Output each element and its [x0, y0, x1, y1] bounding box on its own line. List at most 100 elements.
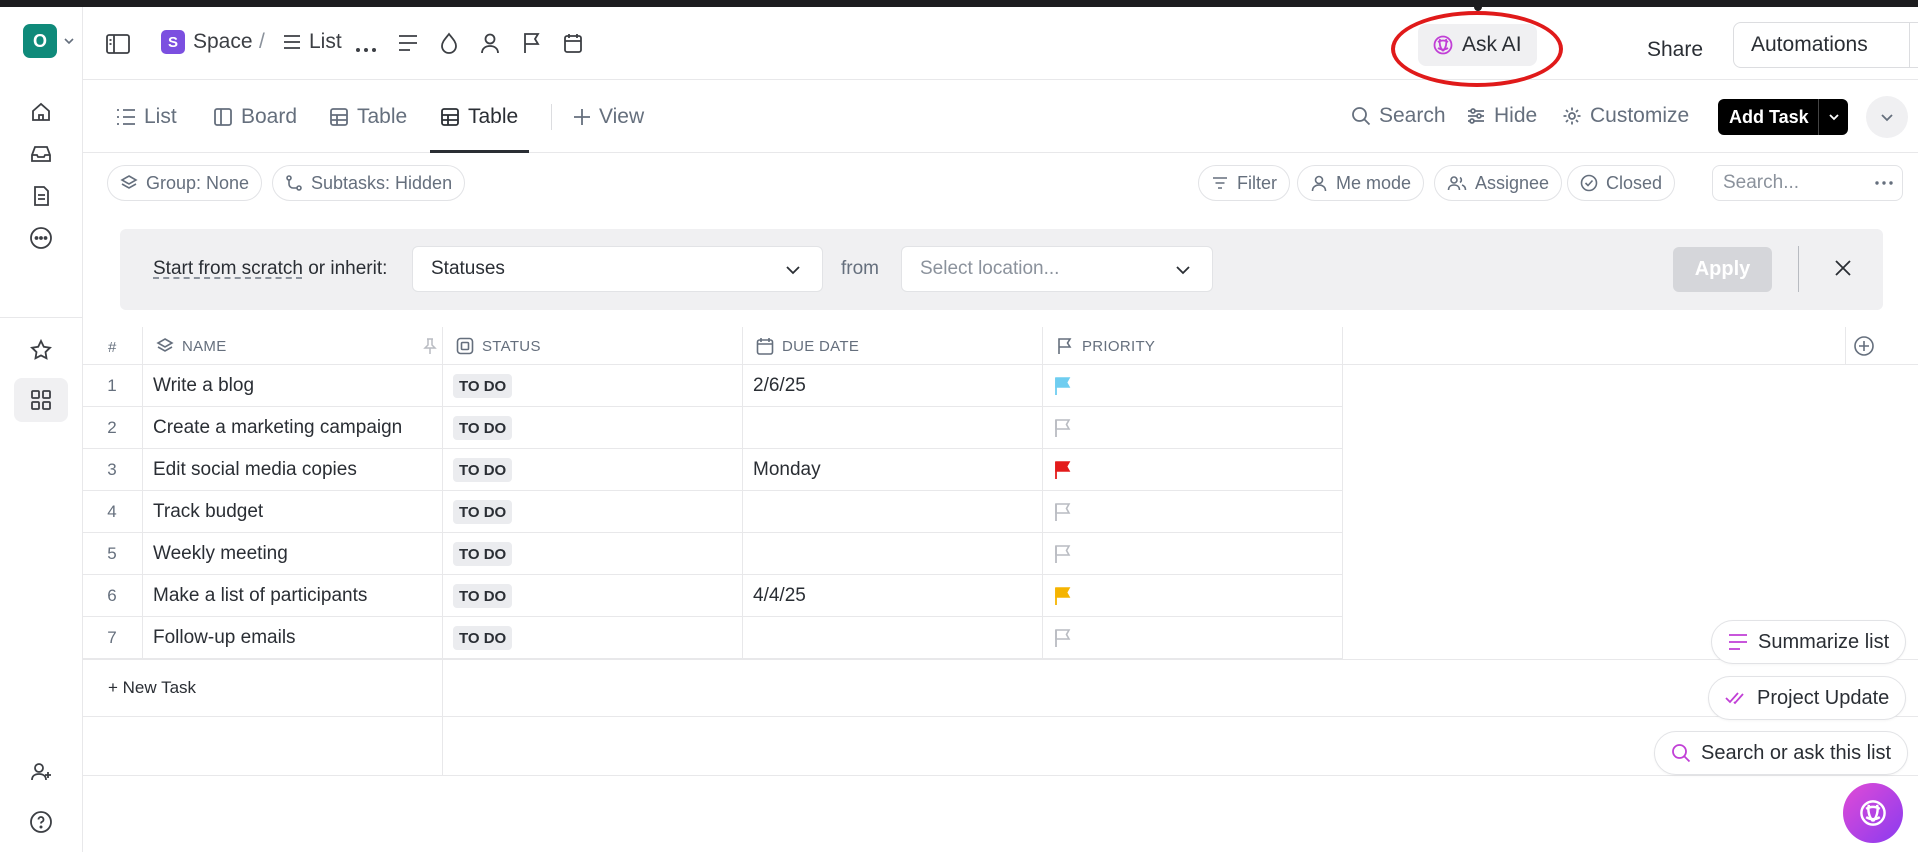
task-name[interactable]: Make a list of participants [153, 585, 367, 607]
column-header-status[interactable]: STATUS [456, 327, 541, 365]
table-row[interactable]: 2 Create a marketing campaign TO DO [83, 407, 1343, 449]
assignee-chip[interactable]: Assignee [1434, 165, 1563, 201]
tab-list[interactable]: List [116, 104, 177, 130]
invite-user-icon[interactable] [14, 750, 68, 794]
start-from-scratch-link[interactable]: Start from scratch [153, 258, 303, 279]
tab-table-active[interactable]: Table [440, 104, 518, 130]
table-row[interactable]: 3 Edit social media copies TO DO Monday [83, 449, 1343, 491]
tab-board[interactable]: Board [213, 104, 297, 130]
status-badge[interactable]: TO DO [453, 584, 513, 608]
priority-flag-icon[interactable] [1053, 460, 1073, 485]
task-name[interactable]: Write a blog [153, 375, 254, 397]
space-badge: S [161, 30, 185, 54]
color-drop-icon[interactable] [439, 32, 459, 59]
ai-assistant-fab[interactable] [1843, 783, 1903, 843]
inbox-icon[interactable] [14, 132, 68, 176]
table-row[interactable]: 6 Make a list of participants TO DO 4/4/… [83, 575, 1343, 617]
more-options-icon[interactable] [1874, 173, 1894, 199]
priority-flag-icon[interactable] [1053, 502, 1073, 527]
add-column-icon[interactable] [1853, 335, 1875, 362]
calendar-icon[interactable] [563, 32, 583, 59]
tab-board-label: Board [241, 105, 298, 128]
status-badge[interactable]: TO DO [453, 458, 513, 482]
assignee-person-icon[interactable] [480, 32, 500, 59]
task-name[interactable]: Edit social media copies [153, 459, 357, 481]
name-layers-icon [156, 338, 174, 352]
help-icon[interactable] [14, 800, 68, 844]
home-icon[interactable] [14, 90, 68, 134]
priority-flag-icon[interactable] [1053, 544, 1073, 569]
closed-chip[interactable]: Closed [1567, 165, 1676, 201]
task-name[interactable]: Track budget [153, 501, 263, 523]
hide-button[interactable]: Hide [1466, 104, 1537, 128]
add-view-button[interactable]: View [573, 104, 644, 130]
search-ask-list-button[interactable]: Search or ask this list [1654, 731, 1909, 775]
due-date[interactable]: Monday [753, 459, 821, 481]
check-circle-icon [1580, 174, 1598, 192]
status-badge[interactable]: TO DO [453, 416, 513, 440]
priority-flag-icon[interactable] [1053, 586, 1073, 611]
customize-button[interactable]: Customize [1562, 104, 1689, 128]
close-icon[interactable] [1833, 258, 1853, 283]
apply-button[interactable]: Apply [1673, 247, 1772, 292]
priority-flag-icon[interactable] [1053, 376, 1073, 401]
left-rail: O [0, 7, 83, 852]
due-date[interactable]: 2/6/25 [753, 375, 806, 397]
table-row[interactable]: 4 Track budget TO DO [83, 491, 1343, 533]
breadcrumb-list[interactable]: List [283, 30, 342, 54]
location-select[interactable]: Select location... [901, 246, 1213, 292]
column-header-priority[interactable]: PRIORITY [1056, 327, 1155, 365]
summarize-list-label: Summarize list [1758, 630, 1890, 653]
column-header-due-date[interactable]: DUE DATE [756, 327, 859, 365]
description-icon[interactable] [398, 34, 418, 57]
new-task-button[interactable]: + New Task [108, 678, 196, 698]
status-badge[interactable]: TO DO [453, 374, 513, 398]
table-row[interactable]: 7 Follow-up emails TO DO [83, 617, 1343, 659]
workspace-avatar[interactable]: O [23, 24, 57, 58]
status-badge[interactable]: TO DO [453, 626, 513, 650]
summarize-list-button[interactable]: Summarize list [1711, 620, 1907, 664]
share-button[interactable]: Share [1647, 38, 1703, 62]
view-search-button[interactable]: Search [1351, 104, 1446, 128]
group-chip-label: Group: None [146, 172, 250, 193]
tab-table[interactable]: Table [329, 104, 407, 130]
priority-flag-icon[interactable] [1053, 628, 1073, 653]
status-badge[interactable]: TO DO [453, 500, 513, 524]
statuses-select[interactable]: Statuses [412, 246, 823, 292]
status-inherit-banner: Start from scratch or inherit: Statuses … [120, 229, 1883, 310]
spaces-grid-icon[interactable] [14, 378, 68, 422]
task-name[interactable]: Weekly meeting [153, 543, 288, 565]
due-date[interactable]: 4/4/25 [753, 585, 806, 607]
docs-icon[interactable] [14, 174, 68, 218]
from-label: from [841, 258, 879, 279]
add-task-button[interactable]: Add Task [1718, 99, 1848, 135]
sidebar-toggle-icon[interactable] [105, 32, 131, 61]
favorites-star-icon[interactable] [14, 328, 68, 372]
breadcrumb-space[interactable]: S Space [161, 30, 253, 54]
task-name[interactable]: Follow-up emails [153, 627, 296, 649]
automations-button[interactable]: Automations [1733, 22, 1918, 68]
chevron-down-icon[interactable] [1819, 110, 1848, 124]
chevron-down-icon[interactable] [1910, 37, 1918, 53]
search-ask-list-label: Search or ask this list [1701, 741, 1892, 764]
table-row[interactable]: 1 Write a blog TO DO 2/6/25 [83, 365, 1343, 407]
collapse-chevron-button[interactable] [1866, 96, 1908, 138]
subtasks-chip[interactable]: Subtasks: Hidden [272, 165, 466, 201]
more-options-icon[interactable] [355, 40, 377, 58]
column-header-name[interactable]: NAME [156, 327, 446, 365]
filter-chip[interactable]: Filter [1198, 165, 1290, 201]
project-update-button[interactable]: Project Update [1708, 676, 1907, 720]
priority-flag-icon[interactable] [1053, 418, 1073, 443]
status-badge[interactable]: TO DO [453, 542, 513, 566]
chevron-down-icon[interactable] [63, 34, 75, 52]
priority-flag-icon[interactable] [522, 32, 542, 59]
table-row[interactable]: 5 Weekly meeting TO DO [83, 533, 1343, 575]
more-icon[interactable] [14, 216, 68, 260]
banner-divider [1798, 246, 1799, 292]
table-search-input[interactable]: Search... [1712, 165, 1903, 201]
me-mode-chip[interactable]: Me mode [1297, 165, 1425, 201]
task-name[interactable]: Create a marketing campaign [153, 417, 402, 439]
column-divider [1845, 327, 1846, 365]
ask-ai-button[interactable]: Ask AI [1418, 24, 1537, 66]
group-chip[interactable]: Group: None [107, 165, 263, 201]
